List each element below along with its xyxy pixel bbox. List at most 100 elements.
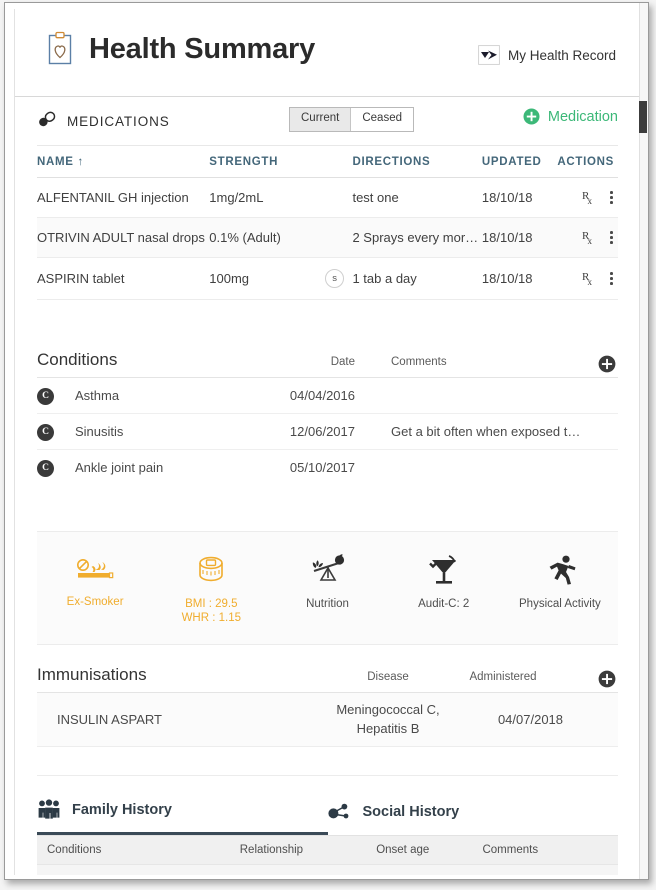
toggle-current-button[interactable]: Current [290,108,351,131]
circle-plus-icon [523,108,540,125]
add-medication-label: Medication [547,108,618,125]
condition-badge-cell: C [37,378,63,414]
row-menu-icon[interactable] [607,230,616,245]
condition-comments [355,450,618,486]
condition-badge: C [37,388,54,405]
my-health-record-label: My Health Record [507,47,616,63]
table-row[interactable]: INSULIN ASPART Meningococcal C, Hepatiti… [37,692,618,748]
tab-family-history[interactable]: Family History [37,790,328,836]
medication-directions-text: 2 Sprays every morni… [352,230,481,245]
column-header-directions[interactable]: DIRECTIONS [352,145,482,178]
conditions-header: Conditions Date Comments [37,344,618,378]
my-health-record-link[interactable]: My Health Record [478,45,616,65]
table-row[interactable]: C Sinusitis 12/06/2017 Get a bit often w… [37,413,618,450]
indicator-alcohol[interactable]: Audit-C: 2 [386,554,502,626]
family-group-icon [37,799,61,821]
table-row[interactable]: ALFENTANIL GH injection 1mg/2mL test one… [37,177,618,218]
column-header-name[interactable]: NAME ↑ [37,145,210,178]
row-menu-icon[interactable] [607,271,616,286]
table-row[interactable]: OTRIVIN ADULT nasal drops 0.1% (Adult) 2… [37,217,618,258]
svg-text:x: x [588,236,593,246]
medications-title: MEDICATIONS [67,113,170,129]
medication-name: OTRIVIN ADULT nasal drops [37,217,210,258]
immunisations-column-disease: Disease [367,670,409,683]
column-header-comments: Comments [472,836,618,866]
indicator-whr-value: WHR : 1.15 [181,612,242,625]
condition-badge: C [37,424,54,441]
medications-status-toggle[interactable]: Current Ceased [289,107,414,132]
add-medication-button[interactable]: Medication [523,108,618,125]
prescription-rx-icon[interactable]: R x [582,270,597,287]
page-header: Health Summary My Health Record [15,9,640,97]
indicator-nutrition[interactable]: Nutrition [269,554,385,626]
prescription-rx-icon[interactable]: R x [582,189,597,206]
prescription-rx-icon[interactable]: R x [582,229,597,246]
medication-directions: 1 tab a day [352,257,482,300]
medication-directions: 2 Sprays every morni… [352,217,482,258]
column-header-updated[interactable]: UPDATED [481,145,557,178]
column-header-actions: ACTIONS [556,145,618,178]
column-header-onset-age: Onset age [366,836,473,866]
scrollbar-thumb[interactable] [639,101,647,133]
table-row[interactable]: C Ankle joint pain 05/10/2017 [37,450,618,486]
indicator-bmi[interactable]: BMI : 29.5 WHR : 1.15 [153,554,269,626]
indicator-smoking[interactable]: Ex-Smoker [37,554,153,626]
add-condition-button[interactable] [598,355,616,373]
row-menu-icon[interactable] [607,190,616,205]
health-indicators-row: Ex-Smoker BMI : 29.5 WHR : 1.15 Nutritio… [37,531,618,645]
no-smoking-icon [73,554,117,586]
table-row[interactable]: Diabetes mellitus Father 35 History [37,864,618,875]
svg-text:x: x [588,277,593,287]
condition-badge: C [37,460,54,477]
clipboard-heart-icon [45,31,75,67]
medication-strength: 100mg [209,257,317,300]
medication-actions: R x [556,177,618,218]
indicator-physical-activity[interactable]: Physical Activity [502,554,618,626]
condition-badge-cell: C [37,450,63,486]
vertical-scrollbar[interactable] [639,3,648,879]
condition-date: 05/10/2017 [289,460,355,475]
page-content: Health Summary My Health Record MEDICATI… [14,9,641,875]
column-header-badge-spacer [316,145,353,178]
family-history-relationship: Father [229,864,367,875]
indicator-alcohol-label: Audit-C: 2 [418,598,470,610]
medication-strength: 0.1% (Adult) [209,217,317,258]
add-immunisation-button[interactable] [598,670,616,688]
family-history-condition: Diabetes mellitus [37,864,230,875]
immunisation-administered: 04/07/2018 [443,692,618,748]
table-row[interactable]: ASPIRIN tablet 100mg s 1 tab a day 18/10… [37,257,618,300]
family-history-onset-age: 35 [366,864,473,875]
immunisation-disease: Meningococcal C, Hepatitis B [333,692,443,748]
app-screen: Health Summary My Health Record MEDICATI… [0,0,656,890]
column-header-conditions: Conditions [37,836,230,866]
medication-badge-cell [316,177,353,218]
tab-social-history-label: Social History [362,803,460,820]
medication-name: ALFENTANIL GH injection [37,177,210,218]
family-history-comments: History [472,864,618,875]
condition-name: Sinusitis [63,413,259,450]
conditions-column-comments: Comments [391,356,447,368]
history-section: Family History Social History Conditions… [37,775,618,875]
indicator-nutrition-label: Nutrition [306,598,349,610]
medications-header-row: NAME ↑ STRENGTH DIRECTIONS UPDATED ACTIO… [37,145,618,178]
immunisations-header: Immunisations Disease Administered [37,659,618,693]
condition-date: 12/06/2017 [259,413,355,450]
immunisations-section: Immunisations Disease Administered INSUL… [37,659,618,748]
medication-actions: R x [556,217,618,258]
column-header-relationship: Relationship [229,836,367,866]
tab-social-history[interactable]: Social History [327,790,619,835]
running-person-icon [542,554,578,588]
table-row[interactable]: C Asthma 04/04/2016 [37,378,618,414]
medication-badge-cell: s [316,257,353,300]
medication-strength: 1mg/2mL [209,177,317,218]
tape-measure-icon [193,554,229,588]
toggle-ceased-button[interactable]: Ceased [350,108,413,131]
column-header-strength[interactable]: STRENGTH [209,145,317,178]
medication-updated: 18/10/18 [481,177,557,218]
medication-name: ASPIRIN tablet [37,257,210,300]
indicator-physical-activity-label: Physical Activity [519,598,601,610]
immunisations-title: Immunisations [37,664,147,684]
conditions-column-date: Date [330,356,355,368]
condition-comments [355,378,618,414]
